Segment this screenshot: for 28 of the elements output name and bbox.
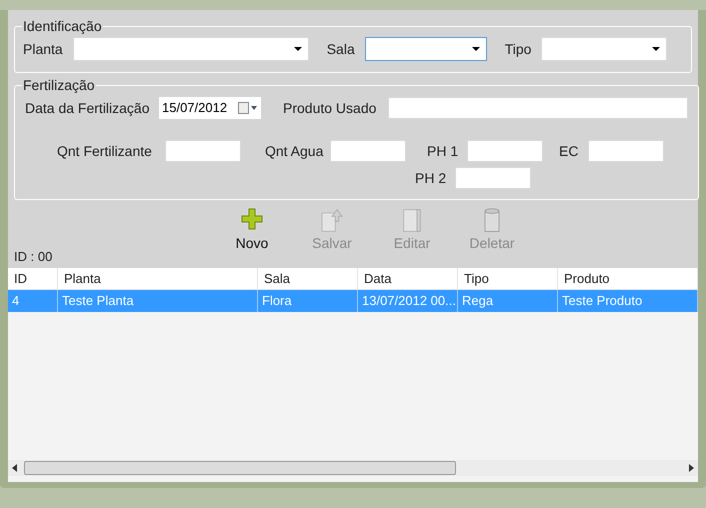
column-header[interactable]: Tipo [458, 268, 558, 289]
field-label: Produto Usado [283, 98, 376, 118]
field-label: Data da Fertilização [25, 98, 151, 118]
column-header[interactable]: ID [8, 268, 58, 289]
table-cell: Teste Produto [558, 290, 698, 312]
field-label: Qnt Fertilizante [57, 142, 153, 161]
table-cell: Flora [258, 290, 358, 312]
field-label: PH 2 [415, 168, 448, 188]
field-label: PH 1 [427, 142, 460, 160]
toolbar-button[interactable]: Novo [212, 208, 292, 254]
column-header[interactable]: Data [358, 268, 458, 289]
column-header[interactable]: Sala [258, 268, 358, 289]
group-title: Fertilização [22, 76, 96, 95]
column-header[interactable]: Planta [58, 268, 258, 289]
table-cell: 13/07/2012 00... [358, 290, 458, 312]
date-picker[interactable]: 15/07/2012 [159, 97, 261, 119]
table-cell: Teste Planta [58, 290, 258, 312]
field-label: Qnt Agua [265, 142, 324, 161]
date-value: 15/07/2012 [162, 99, 228, 118]
table-cell: 4 [8, 290, 58, 312]
field-label: EC [559, 142, 580, 160]
column-header[interactable]: Produto [558, 268, 698, 289]
field-label: Planta [23, 40, 63, 58]
group-title: Identificação [22, 17, 103, 36]
field-label: Tipo [504, 40, 532, 59]
table-cell: Rega [458, 290, 558, 312]
id-label: ID : 00 [14, 248, 52, 266]
field-label: Sala [326, 40, 355, 58]
